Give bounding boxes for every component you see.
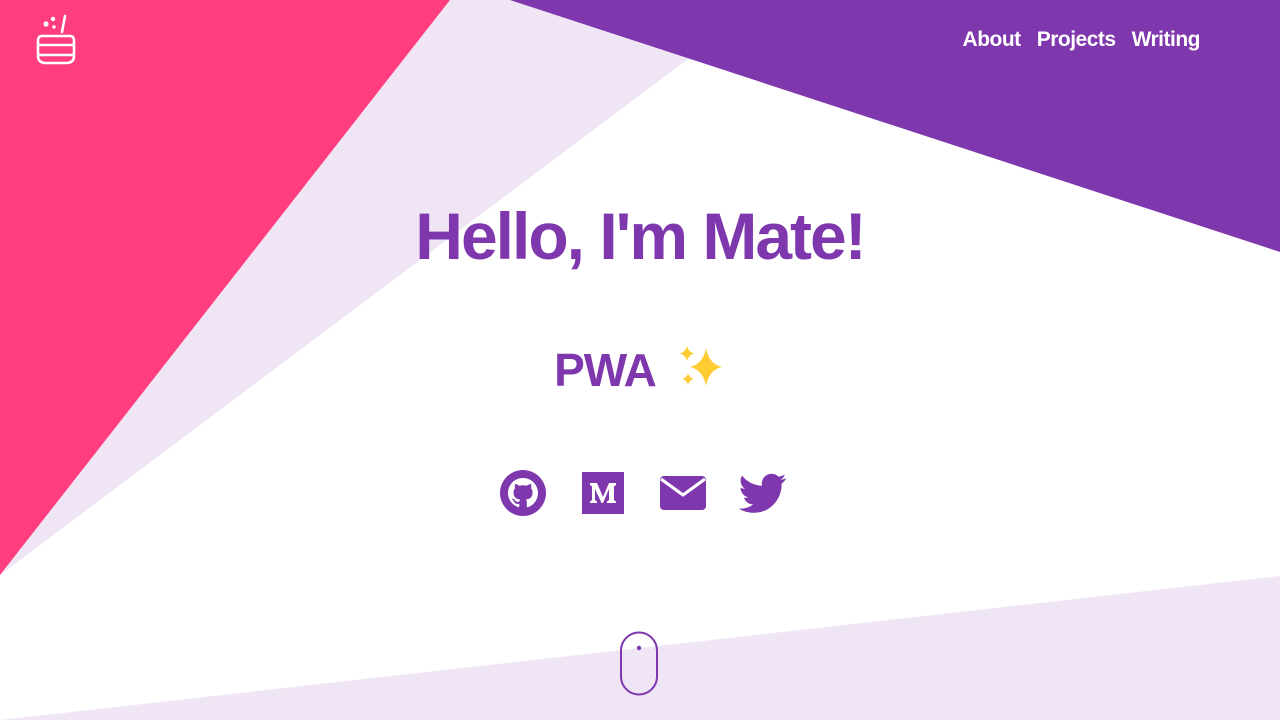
nav-projects-link[interactable]: Projects — [1037, 28, 1116, 52]
nav-about-link[interactable]: About — [963, 28, 1022, 52]
medium-icon[interactable] — [578, 468, 628, 518]
hero-subtitle: PWA — [0, 342, 1280, 397]
email-icon[interactable] — [658, 468, 708, 518]
mouse-scroll-icon[interactable] — [619, 631, 659, 697]
github-icon[interactable] — [498, 468, 548, 518]
hero-subtitle-text: PWA — [554, 344, 655, 396]
main-nav: About Projects Writing — [963, 28, 1201, 52]
social-links — [498, 468, 788, 518]
twitter-icon[interactable] — [738, 468, 788, 518]
nav-writing-link[interactable]: Writing — [1132, 28, 1201, 52]
hero-title: Hello, I'm Mate! — [0, 198, 1280, 274]
cauldron-icon[interactable] — [34, 12, 78, 68]
hero-title-text: Hello, I'm Mate! — [415, 199, 866, 273]
sparkles-icon — [676, 342, 726, 392]
